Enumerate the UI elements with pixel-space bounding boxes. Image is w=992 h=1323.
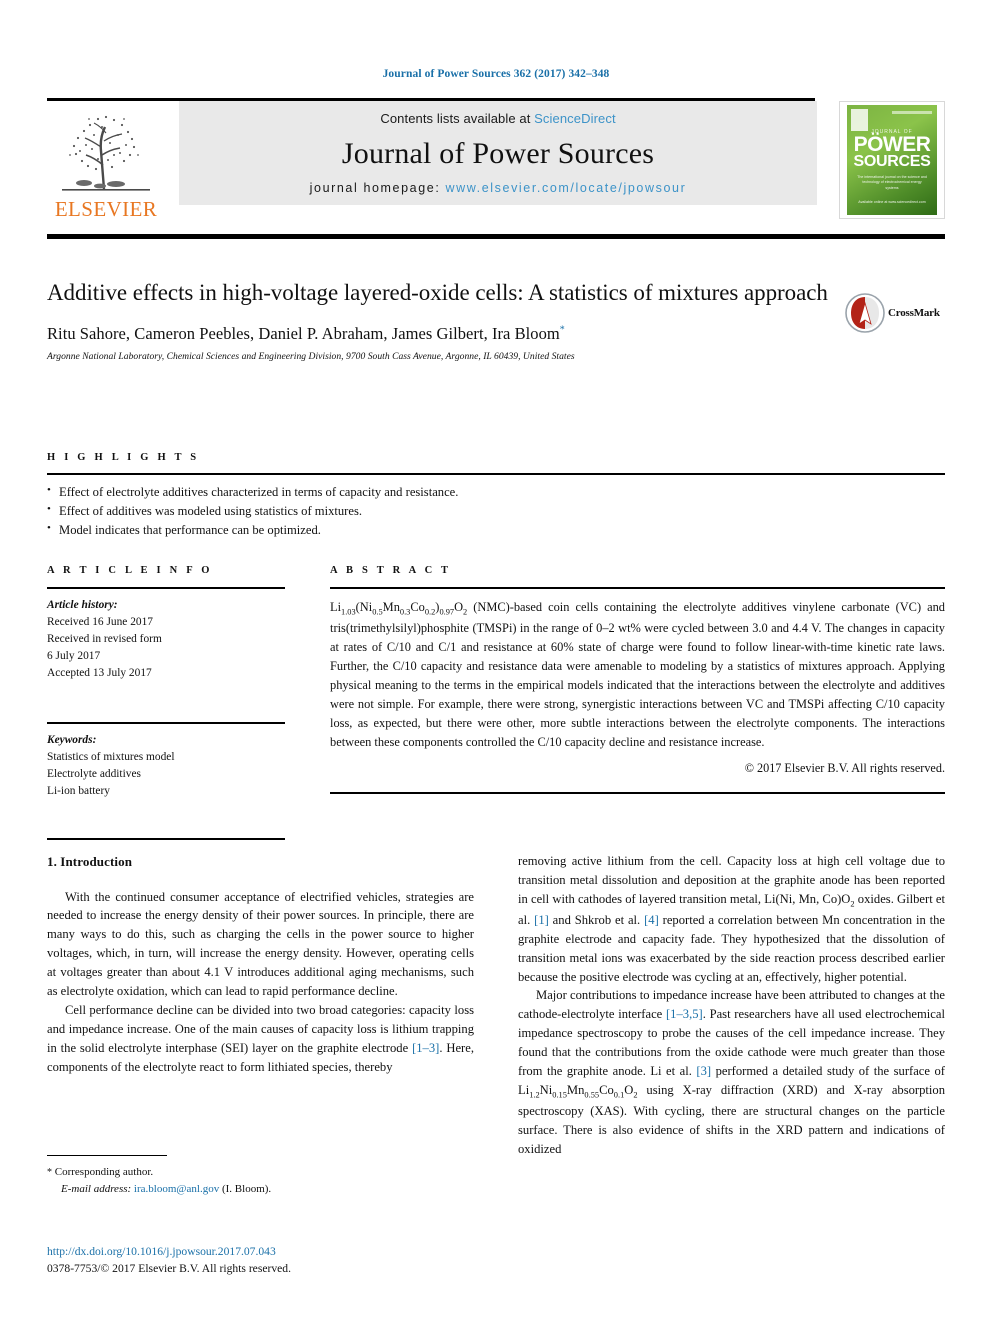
cover-blurb: The international journal on the science… — [857, 175, 927, 190]
title-block: Additive effects in high-voltage layered… — [47, 278, 837, 362]
email-label: E-mail address: — [61, 1182, 132, 1195]
doi-link[interactable]: http://dx.doi.org/10.1016/j.jpowsour.201… — [47, 1243, 507, 1260]
subscript: 1.2 — [529, 1090, 540, 1100]
affiliation: Argonne National Laboratory, Chemical Sc… — [47, 351, 575, 363]
paragraph: With the continued consumer acceptance o… — [47, 889, 474, 998]
subscript: 0.1 — [613, 1090, 625, 1100]
cover-footer: Available online at www.sciencedirect.co… — [858, 200, 926, 205]
issn-copyright: 0378-7753/© 2017 Elsevier B.V. All right… — [47, 1262, 291, 1276]
history-revised-date: 6 July 2017 — [47, 649, 101, 662]
article-info-bottom-rule — [47, 837, 285, 840]
journal-cover-thumbnail[interactable]: JOURNAL OF PÖWER SOURCES The internation… — [839, 101, 945, 219]
highlights-section: H I G H L I G H T S Effect of electrolyt… — [47, 452, 945, 540]
footnote-rule — [47, 1155, 167, 1156]
highlights-heading: H I G H L I G H T S — [47, 452, 200, 463]
subscript: 0.55 — [584, 1090, 600, 1100]
section-heading-introduction: 1. Introduction — [47, 854, 133, 869]
citation-link[interactable]: [1] — [534, 913, 549, 927]
article-info-rule — [47, 587, 285, 589]
history-revised: Received in revised form — [47, 632, 162, 645]
journal-title: Journal of Power Sources — [341, 136, 655, 170]
keywords-label: Keywords: — [47, 734, 97, 747]
citation-link[interactable]: [3] — [696, 1064, 711, 1078]
article-info-section: A R T I C L E I N F O Article history: R… — [47, 565, 285, 840]
corresponding-author-note: * Corresponding author. E-mail address: … — [47, 1164, 474, 1197]
abstract-prose: (NMC)-based coin cells containing the el… — [330, 600, 945, 750]
abstract-rule — [330, 587, 945, 589]
body-right-column: removing active lithium from the cell. C… — [518, 852, 945, 1159]
running-head: Journal of Power Sources 362 (2017) 342–… — [382, 68, 610, 80]
homepage-line: journal homepage: www.elsevier.com/locat… — [310, 181, 687, 195]
paragraph: removing active lithium from the cell. C… — [518, 852, 945, 986]
crossmark-badge-group[interactable]: CrossMark — [845, 292, 945, 334]
body-left-column: 1. Introduction With the continued consu… — [47, 852, 474, 1159]
author-names: Ritu Sahore, Cameron Peebles, Daniel P. … — [47, 324, 560, 344]
highlights-rule — [47, 473, 945, 475]
citation-link[interactable]: [1–3,5] — [666, 1007, 703, 1021]
homepage-url-link[interactable]: www.elsevier.com/locate/jpowsour — [445, 181, 686, 195]
email-suffix: (I. Bloom). — [219, 1182, 272, 1195]
citation-link[interactable]: [1–3] — [412, 1041, 439, 1055]
contents-line: Contents lists available at ScienceDirec… — [380, 111, 615, 126]
keywords-rule — [47, 722, 285, 725]
keyword-item: Li-ion battery — [47, 785, 110, 797]
journal-band: Contents lists available at ScienceDirec… — [169, 101, 817, 205]
abstract-section: A B S T R A C T Li1.03(Ni0.5Mn0.3Co0.2)0… — [330, 565, 945, 795]
paragraph: Major contributions to impedance increas… — [518, 988, 945, 1156]
abstract-text: Li1.03(Ni0.5Mn0.3Co0.2)0.97O2 (NMC)-base… — [330, 598, 945, 752]
body-columns: 1. Introduction With the continued consu… — [47, 852, 945, 1159]
article-history-label: Article history: — [47, 599, 118, 611]
crossmark-label: CrossMark — [888, 307, 940, 319]
doi-block: http://dx.doi.org/10.1016/j.jpowsour.201… — [47, 1243, 507, 1278]
paragraph-text-a: Cell performance decline can be divided … — [47, 1002, 474, 1055]
elsevier-logo: ELSEVIER — [47, 101, 165, 220]
masthead-bottom-rule — [47, 234, 945, 239]
abstract-copyright: © 2017 Elsevier B.V. All rights reserved… — [744, 761, 945, 776]
paragraph: Cell performance decline can be divided … — [47, 1001, 474, 1077]
footnote-corresponding: Corresponding author. — [52, 1166, 154, 1178]
history-received: Received 16 June 2017 — [47, 615, 153, 628]
keyword-item: Electrolyte additives — [47, 768, 141, 781]
list-item: Effect of additives was modeled using st… — [47, 501, 945, 521]
crossmark-icon[interactable] — [845, 293, 885, 333]
author-list: Ritu Sahore, Cameron Peebles, Daniel P. … — [47, 324, 837, 344]
list-item: Model indicates that performance can be … — [47, 520, 945, 540]
elsevier-wordmark: ELSEVIER — [54, 197, 158, 221]
article-info-heading: A R T I C L E I N F O — [47, 565, 213, 576]
email-link[interactable]: ira.bloom@anl.gov — [134, 1183, 219, 1195]
history-accepted: Accepted 13 July 2017 — [47, 666, 152, 679]
paragraph-text-c: and Shkrob et al. — [548, 912, 645, 927]
abstract-bottom-rule — [330, 792, 945, 795]
page-title: Additive effects in high-voltage layered… — [47, 280, 828, 305]
list-item: Effect of electrolyte additives characte… — [47, 482, 945, 502]
abstract-formula: Li1.03(Ni0.5Mn0.3Co0.2)0.97O2 — [330, 600, 468, 617]
citation-link[interactable]: [4] — [644, 913, 659, 927]
homepage-prefix: journal homepage: — [309, 181, 446, 195]
journal-masthead: ELSEVIER Contents lists available at Sci… — [47, 98, 945, 220]
cover-elsevier-mark — [851, 109, 868, 131]
abstract-heading: A B S T R A C T — [330, 565, 452, 576]
cover-title-line2: SOURCES — [853, 153, 931, 170]
cover-top-rule — [892, 111, 932, 114]
contents-prefix: Contents lists available at — [380, 111, 535, 126]
elsevier-tree-icon — [62, 115, 150, 191]
paper-page: Journal of Power Sources 362 (2017) 342–… — [0, 0, 992, 1323]
keywords-block: Keywords: Statistics of mixtures model E… — [47, 732, 285, 800]
highlights-list: Effect of electrolyte additives characte… — [47, 482, 945, 540]
keyword-item: Statistics of mixtures model — [47, 751, 175, 764]
sciencedirect-link[interactable]: ScienceDirect — [534, 111, 616, 126]
cover-title-line1: PÖWER — [853, 133, 931, 156]
article-history-block: Article history: Received 16 June 2017 R… — [47, 597, 285, 681]
subscript: 0.15 — [552, 1090, 567, 1100]
footnote-block: * Corresponding author. E-mail address: … — [47, 1155, 474, 1197]
corresponding-author-marker: * — [559, 324, 565, 336]
